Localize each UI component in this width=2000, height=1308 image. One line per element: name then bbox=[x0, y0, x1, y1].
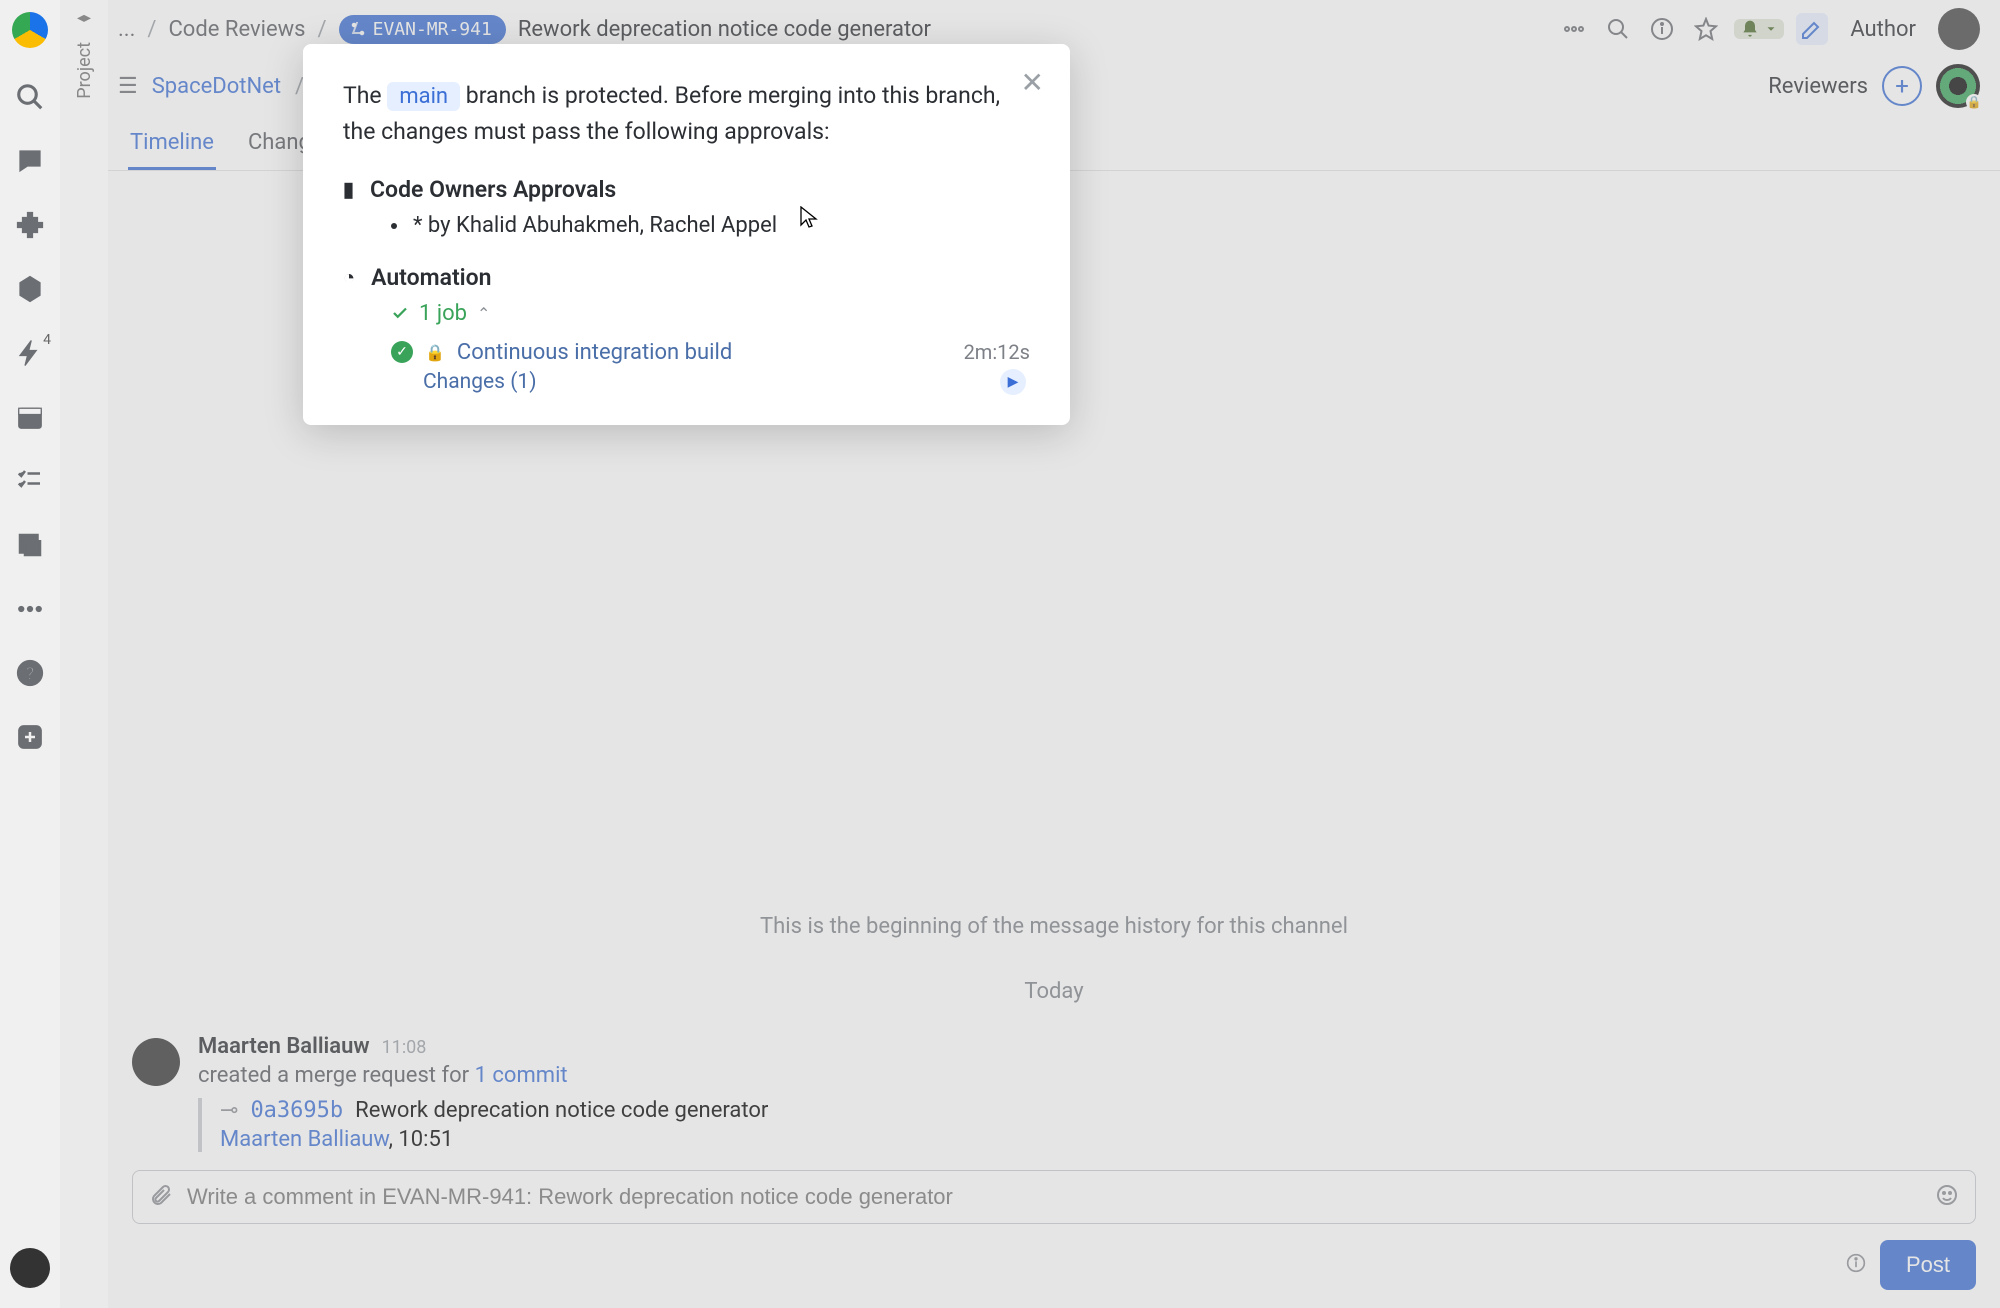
bullet-icon bbox=[391, 223, 397, 229]
help-icon[interactable]: ? bbox=[15, 658, 45, 688]
person-icon: ▮ bbox=[343, 177, 354, 201]
close-button[interactable]: ✕ bbox=[1021, 66, 1044, 99]
commit-title: Rework deprecation notice code generator bbox=[355, 1098, 768, 1123]
add-reviewer-button[interactable]: + bbox=[1882, 66, 1922, 106]
success-icon: ✓ bbox=[391, 341, 413, 363]
modal-intro: The main branch is protected. Before mer… bbox=[343, 78, 1030, 150]
bell-icon bbox=[1740, 19, 1760, 39]
tab-timeline[interactable]: Timeline bbox=[128, 120, 216, 170]
app-logo-icon[interactable] bbox=[12, 12, 48, 48]
post-button[interactable]: Post bbox=[1880, 1240, 1976, 1290]
attach-icon[interactable] bbox=[149, 1183, 173, 1211]
add-icon[interactable] bbox=[15, 722, 45, 752]
star-icon[interactable] bbox=[1690, 13, 1722, 45]
chevron-down-icon bbox=[1764, 22, 1778, 36]
comment-composer[interactable] bbox=[132, 1170, 1976, 1224]
breadcrumb-sep: / bbox=[318, 17, 327, 42]
branch-pill[interactable]: main bbox=[387, 82, 460, 111]
automation-icon: ◔ bbox=[343, 265, 355, 290]
build-changes-link[interactable]: Changes (1) ▶ bbox=[343, 369, 1030, 395]
project-label[interactable]: Project bbox=[74, 42, 95, 99]
left-rail: 4 ? bbox=[0, 0, 60, 1308]
lock-icon: 🔒 bbox=[425, 343, 445, 362]
build-name[interactable]: Continuous integration build bbox=[457, 340, 732, 365]
extension-icon[interactable] bbox=[15, 210, 45, 240]
jobs-toggle[interactable]: 1 job ⌃ bbox=[343, 301, 1030, 326]
author-avatar[interactable] bbox=[1938, 8, 1980, 50]
build-duration: 2m:12s bbox=[964, 340, 1030, 364]
info-icon[interactable] bbox=[1846, 1253, 1866, 1277]
breadcrumb-sep: / bbox=[147, 17, 156, 42]
build-row[interactable]: ✓ 🔒 Continuous integration build 2m:12s bbox=[343, 340, 1030, 365]
chat-icon[interactable] bbox=[15, 146, 45, 176]
collapse-icon[interactable]: ◂▸ bbox=[77, 10, 91, 26]
commit-count-link[interactable]: 1 commit bbox=[475, 1063, 568, 1088]
search-icon[interactable] bbox=[1602, 13, 1634, 45]
emoji-icon[interactable] bbox=[1935, 1183, 1959, 1211]
commit-block: ⊸ 0a3695b Rework deprecation notice code… bbox=[198, 1098, 1976, 1152]
reviewer-avatar[interactable]: 🔒 bbox=[1936, 64, 1980, 108]
play-icon[interactable]: ▶ bbox=[1000, 369, 1026, 395]
comment-input[interactable] bbox=[187, 1184, 1921, 1210]
history-start-note: This is the beginning of the message his… bbox=[108, 914, 2000, 939]
message-author[interactable]: Maarten Balliauw bbox=[198, 1034, 370, 1059]
search-icon[interactable] bbox=[15, 82, 45, 112]
edit-icon[interactable] bbox=[1796, 13, 1828, 45]
code-owners-line: * by Khalid Abuhakmeh, Rachel Appel bbox=[343, 213, 1030, 238]
code-owners-heading: ▮ Code Owners Approvals bbox=[343, 176, 1030, 203]
chevron-up-icon: ⌃ bbox=[477, 304, 490, 323]
info-icon[interactable] bbox=[1646, 13, 1678, 45]
page-title: Rework deprecation notice code generator bbox=[518, 17, 931, 42]
day-separator: Today bbox=[108, 979, 2000, 1004]
ticket-chip[interactable]: EVAN-MR-941 bbox=[339, 15, 506, 44]
protection-modal: ✕ The main branch is protected. Before m… bbox=[303, 44, 1070, 425]
breadcrumb-root[interactable]: ... bbox=[118, 17, 135, 42]
svg-text:?: ? bbox=[26, 664, 34, 684]
message-avatar[interactable] bbox=[132, 1038, 180, 1086]
check-icon bbox=[391, 304, 409, 322]
settings-icon[interactable] bbox=[15, 274, 45, 304]
commit-icon: ⊸ bbox=[220, 1098, 238, 1123]
bolt-badge: 4 bbox=[43, 332, 51, 348]
repo-name[interactable]: SpaceDotNet bbox=[152, 74, 281, 99]
lock-icon: 🔒 bbox=[1966, 94, 1982, 110]
commit-hash[interactable]: 0a3695b bbox=[250, 1098, 343, 1123]
message: Maarten Balliauw 11:08 created a merge r… bbox=[108, 1034, 2000, 1152]
more-icon[interactable] bbox=[15, 594, 45, 624]
message-action: created a merge request for 1 commit bbox=[198, 1063, 1976, 1088]
reviewers-label: Reviewers bbox=[1768, 74, 1868, 99]
bolt-icon[interactable]: 4 bbox=[15, 338, 45, 368]
commit-time: 10:51 bbox=[398, 1127, 453, 1152]
checklist-icon[interactable] bbox=[15, 466, 45, 496]
project-column: ◂▸ Project bbox=[60, 0, 108, 1308]
more-actions-icon[interactable] bbox=[1558, 13, 1590, 45]
automation-heading: ◔ Automation bbox=[343, 264, 1030, 291]
calendar-icon[interactable] bbox=[15, 402, 45, 432]
library-icon[interactable] bbox=[15, 530, 45, 560]
breadcrumb-section[interactable]: Code Reviews bbox=[168, 17, 305, 42]
repo-icon: ☰ bbox=[118, 74, 138, 99]
commit-meta-sep: , bbox=[389, 1127, 399, 1152]
author-label: Author bbox=[1850, 17, 1916, 42]
message-time: 11:08 bbox=[382, 1037, 427, 1058]
notifications-toggle[interactable] bbox=[1734, 19, 1784, 39]
commit-author[interactable]: Maarten Balliauw bbox=[220, 1127, 389, 1152]
user-avatar-icon[interactable] bbox=[10, 1248, 50, 1288]
